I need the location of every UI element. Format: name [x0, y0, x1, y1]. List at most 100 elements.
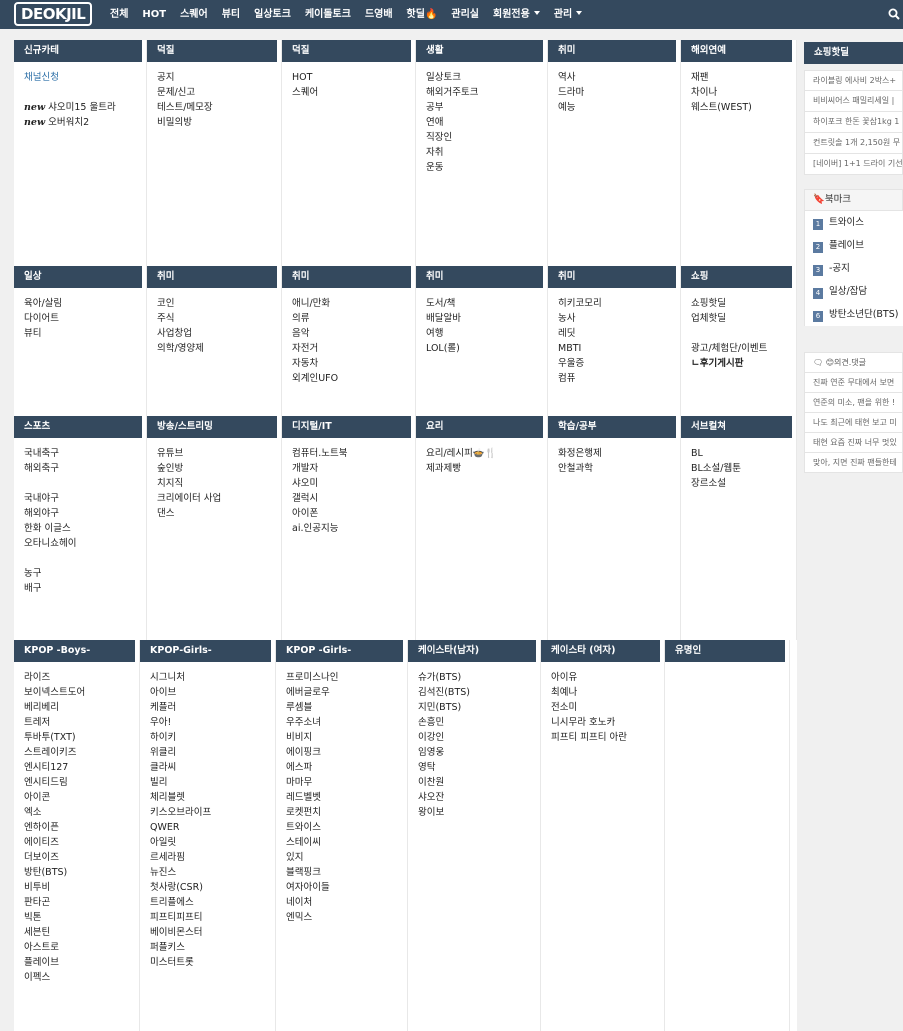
- board-link[interactable]: 숲인방: [157, 461, 281, 476]
- board-link[interactable]: 공지: [157, 70, 281, 85]
- board-link[interactable]: 에이핑크: [286, 745, 407, 760]
- board-link[interactable]: 방탄(BTS): [24, 865, 139, 880]
- bookmark-item[interactable]: 1 트와이스: [805, 211, 903, 234]
- board-link[interactable]: 투바투(TXT): [24, 730, 139, 745]
- board-link[interactable]: 엔하이픈: [24, 820, 139, 835]
- nav-item-4[interactable]: 일상토크: [247, 0, 298, 29]
- board-link[interactable]: 시그니처: [150, 670, 275, 685]
- board-link[interactable]: ㄴ후기게시판: [691, 356, 796, 371]
- board-link[interactable]: 블랙핑크: [286, 865, 407, 880]
- board-link[interactable]: 미스터트롯: [150, 955, 275, 970]
- board-link[interactable]: 갤럭시: [292, 491, 415, 506]
- board-link[interactable]: 장르소설: [691, 476, 796, 491]
- hotdeal-item[interactable]: 컨트릿솔 1개 2,150원 무: [804, 133, 903, 154]
- board-link[interactable]: 로켓펀치: [286, 805, 407, 820]
- board-link[interactable]: 손흥민: [418, 715, 540, 730]
- board-link[interactable]: 세븐틴: [24, 925, 139, 940]
- board-link[interactable]: 니시무라 호노카: [551, 715, 664, 730]
- board-link[interactable]: 웨스트(WEST): [691, 100, 796, 115]
- board-link[interactable]: 케플러: [150, 700, 275, 715]
- board-link[interactable]: 공부: [426, 100, 547, 115]
- site-logo[interactable]: DEOKJIL: [14, 2, 93, 26]
- board-link[interactable]: 의학/영양제: [157, 341, 281, 356]
- board-link[interactable]: 외계인UFO: [292, 371, 415, 386]
- board-link[interactable]: ai.인공지능: [292, 521, 415, 536]
- board-link[interactable]: 컴퓨터.노트북: [292, 446, 415, 461]
- nav-item-5[interactable]: 케이돌토크: [298, 0, 358, 29]
- board-link[interactable]: LOL(롤): [426, 341, 547, 356]
- board-link[interactable]: 트레저: [24, 715, 139, 730]
- board-link[interactable]: 있지: [286, 850, 407, 865]
- board-link[interactable]: 아이유: [551, 670, 664, 685]
- comment-item[interactable]: 태현 요즘 진짜 너무 멋있: [804, 433, 903, 453]
- board-link[interactable]: 차이나: [691, 85, 796, 100]
- board-link[interactable]: 전소미: [551, 700, 664, 715]
- bookmark-item[interactable]: 3 -공지: [805, 257, 903, 280]
- board-link[interactable]: 플레이브: [24, 955, 139, 970]
- board-link[interactable]: 클라씨: [150, 760, 275, 775]
- board-link[interactable]: 뷰티: [24, 326, 146, 341]
- board-link[interactable]: 운동: [426, 160, 547, 175]
- board-link[interactable]: 역사: [558, 70, 680, 85]
- board-link[interactable]: 엔시티드림: [24, 775, 139, 790]
- nav-item-9[interactable]: 회원전용: [486, 0, 547, 29]
- board-link[interactable]: 아이폰: [292, 506, 415, 521]
- board-link[interactable]: 해외거주토크: [426, 85, 547, 100]
- board-link[interactable]: 비비지: [286, 730, 407, 745]
- board-link[interactable]: 주식: [157, 311, 281, 326]
- board-link[interactable]: 코인: [157, 296, 281, 311]
- board-link[interactable]: 유튜브: [157, 446, 281, 461]
- hotdeal-item[interactable]: 라이블링 에사비 2박스+: [804, 70, 903, 91]
- board-link[interactable]: 베이비몬스터: [150, 925, 275, 940]
- board-link[interactable]: 임영웅: [418, 745, 540, 760]
- board-link[interactable]: 빅톤: [24, 910, 139, 925]
- board-link[interactable]: 안철과학: [558, 461, 680, 476]
- board-link[interactable]: 배달알바: [426, 311, 547, 326]
- board-link[interactable]: 피프티 피프티 아란: [551, 730, 664, 745]
- board-link[interactable]: 보이넥스트도어: [24, 685, 139, 700]
- board-link[interactable]: BL: [691, 446, 796, 461]
- board-link[interactable]: 프로미스나인: [286, 670, 407, 685]
- bookmark-item[interactable]: 4 일상/잡담: [805, 280, 903, 303]
- nav-item-8[interactable]: 관리실: [444, 0, 486, 29]
- board-link[interactable]: 음악: [292, 326, 415, 341]
- board-link[interactable]: 최예나: [551, 685, 664, 700]
- board-link[interactable]: 슈가(BTS): [418, 670, 540, 685]
- nav-item-3[interactable]: 뷰티: [215, 0, 247, 29]
- board-link[interactable]: 육아/살림: [24, 296, 146, 311]
- board-link[interactable]: 키스오브라이프: [150, 805, 275, 820]
- board-link[interactable]: 레드벨벳: [286, 790, 407, 805]
- board-link[interactable]: 레딧: [558, 326, 680, 341]
- nav-item-10[interactable]: 관리: [547, 0, 589, 29]
- hotdeal-item[interactable]: [네이버] 1+1 드라이 기선: [804, 154, 903, 175]
- board-link[interactable]: 퍼플키스: [150, 940, 275, 955]
- board-link[interactable]: 스테이씨: [286, 835, 407, 850]
- board-link[interactable]: 베리베리: [24, 700, 139, 715]
- board-link[interactable]: 국내축구: [24, 446, 146, 461]
- bookmark-item[interactable]: 6 방탄소년단(BTS): [805, 303, 903, 326]
- bookmark-item[interactable]: 2 플레이브: [805, 234, 903, 257]
- board-link[interactable]: 쇼핑핫딜: [691, 296, 796, 311]
- board-link[interactable]: 판타곤: [24, 895, 139, 910]
- comment-item[interactable]: 진짜 연준 무대에서 보면: [804, 373, 903, 393]
- board-link[interactable]: 에이티즈: [24, 835, 139, 850]
- board-link[interactable]: 우울증: [558, 356, 680, 371]
- board-link[interactable]: 여행: [426, 326, 547, 341]
- nav-item-7[interactable]: 핫딜🔥: [400, 0, 445, 29]
- board-link[interactable]: 댄스: [157, 506, 281, 521]
- board-link[interactable]: 이강인: [418, 730, 540, 745]
- board-link[interactable]: 영탁: [418, 760, 540, 775]
- board-link[interactable]: 직장인: [426, 130, 547, 145]
- board-link[interactable]: 자취: [426, 145, 547, 160]
- board-link[interactable]: 화정은행제: [558, 446, 680, 461]
- board-link[interactable]: 샤오미: [292, 476, 415, 491]
- board-link[interactable]: 크리에이터 사업: [157, 491, 281, 506]
- board-link[interactable]: BL소설/웹툰: [691, 461, 796, 476]
- board-link[interactable]: 아이브: [150, 685, 275, 700]
- board-link[interactable]: 네이처: [286, 895, 407, 910]
- board-link[interactable]: 하이키: [150, 730, 275, 745]
- board-link[interactable]: 일상토크: [426, 70, 547, 85]
- comment-item[interactable]: 맞아, 지면 진짜 팬들한테: [804, 453, 903, 473]
- search-icon[interactable]: [888, 8, 900, 20]
- board-link[interactable]: 문제/신고: [157, 85, 281, 100]
